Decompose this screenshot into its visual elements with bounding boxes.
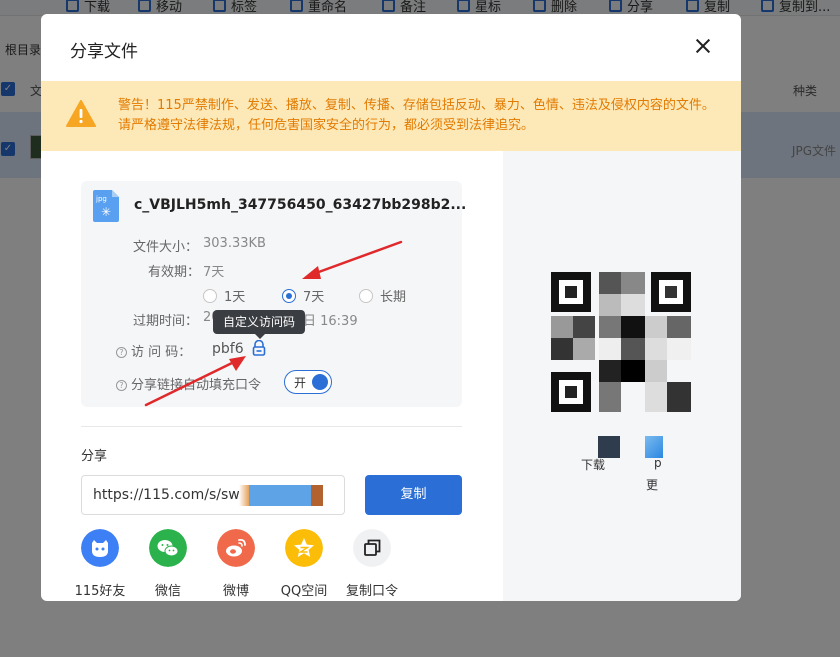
radio-selected-icon bbox=[282, 288, 296, 303]
share-target-label: 微信 bbox=[154, 584, 181, 599]
expire-value-suffix: 日 16:39 bbox=[303, 314, 358, 329]
copy-command-button[interactable]: 复制口令 bbox=[344, 529, 400, 599]
access-code-label: ? 访 问 码： bbox=[116, 341, 191, 360]
warning-icon bbox=[66, 100, 96, 127]
share-target-label: 微博 bbox=[222, 584, 249, 599]
toggle-knob bbox=[312, 374, 328, 390]
share-weibo-button[interactable]: 微博 bbox=[208, 529, 264, 599]
close-icon[interactable] bbox=[693, 36, 713, 56]
validity-option-1day[interactable]: 1天 bbox=[203, 286, 245, 305]
share-target-label: QQ空间 bbox=[280, 584, 328, 599]
divider bbox=[81, 426, 462, 427]
share-115-friend-button[interactable]: 115好友 bbox=[72, 529, 128, 599]
validity-option-permanent[interactable]: 长期 bbox=[359, 286, 406, 305]
qr-code bbox=[551, 272, 691, 412]
svg-text:jpg: jpg bbox=[95, 195, 107, 203]
expire-label: 过期时间： bbox=[133, 314, 199, 329]
radio-icon bbox=[359, 288, 373, 303]
share-target-label: 复制口令 bbox=[345, 584, 398, 599]
jpg-file-icon: jpg ✳ bbox=[93, 190, 119, 222]
validity-value: 7天 bbox=[203, 265, 225, 280]
share-target-label: 115好友 bbox=[74, 584, 126, 599]
wechat-icon bbox=[149, 529, 187, 567]
friend-icon bbox=[81, 529, 119, 567]
weibo-icon bbox=[217, 529, 255, 567]
file-size-label: 文件大小： bbox=[133, 240, 199, 255]
qzone-star-icon bbox=[285, 529, 323, 567]
warning-text: 警告！115严禁制作、发送、播放、复制、传播、存储包括反动、暴力、色情、违法及侵… bbox=[118, 98, 715, 133]
file-size-value: 303.33KB bbox=[203, 236, 266, 251]
redaction-mark bbox=[249, 485, 311, 506]
redaction-mark bbox=[239, 485, 249, 506]
share-url-field[interactable]: https://115.com/s/sw6 bbox=[81, 475, 345, 515]
help-icon[interactable]: ? bbox=[116, 347, 127, 358]
copy-link-button[interactable]: 复制 bbox=[365, 475, 462, 515]
share-dialog: 分享文件 警告！115严禁制作、发送、播放、复制、传播、存储包括反动、暴力、色情… bbox=[41, 14, 741, 601]
share-wechat-button[interactable]: 微信 bbox=[140, 529, 196, 599]
toggle-text: 开 bbox=[294, 376, 307, 390]
share-qzone-button[interactable]: QQ空间 bbox=[276, 529, 332, 599]
autofill-label: ? 分享链接自动填充口令 bbox=[116, 374, 261, 393]
file-info-card: jpg ✳ c_VBJLH5mh_347756450_63427bb298b2.… bbox=[81, 181, 466, 407]
validity-label: 有效期： bbox=[148, 265, 201, 280]
edit-lock-icon[interactable] bbox=[251, 340, 267, 356]
validity-option-7day[interactable]: 7天 bbox=[282, 286, 324, 305]
svg-text:✳: ✳ bbox=[101, 205, 111, 219]
file-name: c_VBJLH5mh_347756450_63427bb298b2... bbox=[134, 197, 467, 213]
share-url-text: https://115.com/s/sw6 bbox=[93, 487, 249, 503]
custom-code-tooltip: 自定义访问码 bbox=[213, 310, 305, 339]
share-section-label: 分享 bbox=[81, 449, 108, 464]
qr-caption-left: 下载 bbox=[581, 436, 621, 492]
warning-banner: 警告！115严禁制作、发送、播放、复制、传播、存储包括反动、暴力、色情、违法及侵… bbox=[41, 81, 741, 151]
qr-caption-right: p 更 bbox=[643, 436, 663, 492]
qr-panel: 下载 p 更 bbox=[503, 151, 741, 601]
redaction-mark bbox=[311, 485, 323, 506]
help-icon[interactable]: ? bbox=[116, 380, 127, 391]
autofill-toggle[interactable]: 开 bbox=[284, 370, 332, 394]
dialog-title: 分享文件 bbox=[70, 42, 138, 62]
copy-command-icon bbox=[353, 529, 391, 567]
access-code-value: pbf6 bbox=[212, 341, 244, 357]
radio-icon bbox=[203, 288, 217, 303]
